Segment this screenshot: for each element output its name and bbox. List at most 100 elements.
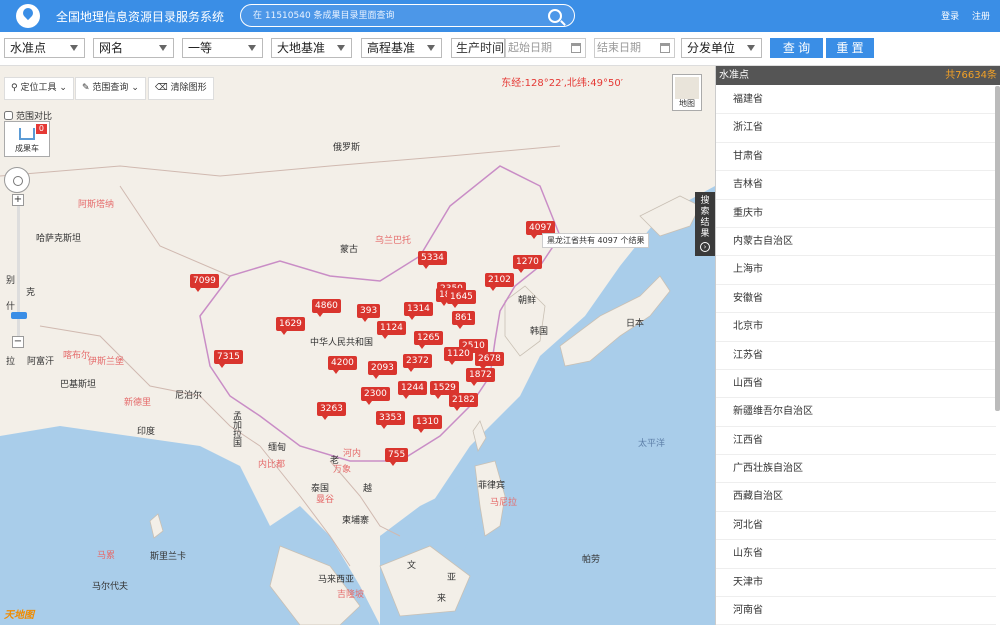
province-item[interactable]: 河南省	[716, 597, 996, 625]
map-label-palau: 帕劳	[582, 555, 601, 565]
sidebar-scrollbar[interactable]	[995, 86, 1000, 411]
result-marker[interactable]: 2372	[403, 354, 432, 372]
clear-shapes-label: 清除图形	[170, 83, 207, 93]
result-tab-char: 索	[700, 207, 710, 217]
result-marker[interactable]: 7099	[190, 274, 219, 292]
map-label-manila: 马尼拉	[490, 498, 518, 508]
province-item[interactable]: 广西壮族自治区	[716, 455, 996, 484]
map-label-kuala-lumpur: 吉隆坡	[337, 590, 365, 600]
province-item[interactable]: 内蒙古自治区	[716, 227, 996, 257]
map-label-mongolia: 蒙古	[340, 245, 359, 255]
result-marker[interactable]: 5334	[418, 251, 447, 269]
register-link[interactable]: 注册	[972, 12, 990, 22]
province-item[interactable]: 江苏省	[716, 341, 996, 370]
province-item[interactable]: 天津市	[716, 568, 996, 598]
result-marker[interactable]: 2300	[361, 387, 390, 405]
result-marker[interactable]: 2093	[368, 361, 397, 379]
province-item[interactable]: 安徽省	[716, 284, 996, 314]
calendar-icon[interactable]	[571, 43, 581, 53]
map-label-west-edge: 别	[6, 276, 16, 286]
province-item[interactable]: 浙江省	[716, 114, 996, 143]
result-marker[interactable]: 4860	[312, 299, 341, 317]
result-marker[interactable]: 1629	[276, 317, 305, 335]
map-thumbnail-icon	[675, 77, 699, 99]
end-date-input[interactable]: 结束日期	[594, 38, 675, 58]
login-link[interactable]: 登录	[941, 12, 959, 22]
search-icon[interactable]	[548, 9, 562, 23]
map-type-switch[interactable]: 地图	[672, 74, 702, 111]
search-input[interactable]	[253, 8, 543, 24]
results-sidebar: 水准点 共76634条 福建省 浙江省 甘肃省 吉林省 重庆市 内蒙古自治区 上…	[715, 66, 1000, 625]
globe-logo-icon	[16, 4, 40, 28]
result-cart-button[interactable]: 0 成果车	[4, 121, 50, 157]
chevron-down-icon: ⌄	[131, 83, 139, 93]
map-label-pacific: 太平洋	[638, 439, 666, 449]
cart-icon	[19, 128, 35, 140]
datum-select[interactable]: 大地基准	[271, 38, 352, 58]
border-line	[0, 145, 561, 177]
result-marker[interactable]: 2678	[475, 352, 504, 370]
province-item[interactable]: 河北省	[716, 511, 996, 541]
height-datum-select[interactable]: 高程基准	[361, 38, 442, 58]
net-select[interactable]: 网名	[93, 38, 174, 58]
unit-select[interactable]: 分发单位	[681, 38, 762, 58]
result-marker[interactable]: 1265	[414, 331, 443, 349]
type-select[interactable]: 水准点	[4, 38, 85, 58]
province-item[interactable]: 北京市	[716, 313, 996, 342]
zoom-in-button[interactable]: +	[12, 194, 24, 206]
results-header: 水准点 共76634条	[716, 66, 1000, 85]
clear-shapes-button[interactable]: ⌫ 清除图形	[148, 77, 214, 100]
province-item[interactable]: 江西省	[716, 426, 996, 456]
result-marker[interactable]: 1310	[413, 415, 442, 433]
result-marker[interactable]: 3263	[317, 402, 346, 420]
cart-count-badge: 0	[35, 124, 47, 134]
grade-select[interactable]: 一等	[182, 38, 263, 58]
province-item[interactable]: 西藏自治区	[716, 483, 996, 512]
result-marker[interactable]: 1872	[466, 368, 495, 386]
result-marker[interactable]: 2102	[485, 273, 514, 291]
result-marker[interactable]: 4200	[328, 356, 357, 374]
result-marker[interactable]: 393	[357, 304, 381, 322]
map-label-south-korea: 韩国	[530, 327, 549, 337]
province-item[interactable]: 重庆市	[716, 199, 996, 228]
map-label-vietnam: 越	[363, 484, 373, 494]
coordinate-readout: 东经:128°22′,北纬:49°50′	[501, 78, 623, 89]
range-compare-checkbox[interactable]	[4, 111, 13, 120]
result-tab-char: 果	[700, 229, 710, 239]
search-box[interactable]	[240, 4, 575, 27]
result-marker[interactable]: 1645	[447, 290, 476, 308]
result-marker[interactable]: 1270	[513, 255, 542, 273]
result-marker[interactable]: 861	[452, 311, 476, 329]
province-item[interactable]: 福建省	[716, 86, 996, 115]
province-item[interactable]: 新疆维吾尔自治区	[716, 398, 996, 427]
result-marker[interactable]: 1120	[444, 347, 473, 365]
zoom-slider-handle[interactable]	[11, 312, 27, 319]
locate-tool-button[interactable]: ⚲ 定位工具 ⌄	[4, 77, 74, 100]
map-label-kazakhstan: 哈萨克斯坦	[36, 234, 82, 244]
query-button[interactable]: 查 询	[770, 38, 823, 58]
province-item[interactable]: 吉林省	[716, 171, 996, 200]
pan-control[interactable]	[4, 167, 30, 193]
header-links: 登录 注册	[931, 9, 990, 22]
start-date-input[interactable]: 起始日期	[505, 38, 586, 58]
result-marker[interactable]: 2182	[449, 393, 478, 411]
zoom-out-button[interactable]: −	[12, 336, 24, 348]
province-item[interactable]: 上海市	[716, 256, 996, 285]
result-marker[interactable]: 7315	[214, 350, 243, 368]
range-query-button[interactable]: ✎ 范围查询 ⌄	[75, 77, 146, 100]
map-label-vientiane: 万象	[333, 465, 352, 475]
result-marker[interactable]: 1124	[377, 321, 406, 339]
result-marker[interactable]: 3353	[376, 411, 405, 429]
result-marker[interactable]: 755	[385, 448, 409, 466]
result-marker[interactable]: 1244	[398, 381, 427, 399]
province-item[interactable]: 山东省	[716, 540, 996, 569]
province-item[interactable]: 甘肃省	[716, 142, 996, 172]
end-date-placeholder: 结束日期	[597, 41, 641, 54]
calendar-icon[interactable]	[660, 43, 670, 53]
reset-button[interactable]: 重 置	[826, 38, 874, 58]
map-view[interactable]: ⚲ 定位工具 ⌄ ✎ 范围查询 ⌄ ⌫ 清除图形 东经:128°22′,北纬:4…	[0, 66, 715, 625]
province-item[interactable]: 山西省	[716, 369, 996, 399]
search-results-toggle[interactable]: 搜 索 结 果 ›	[695, 192, 715, 256]
map-label-ulaanbaatar: 乌兰巴托	[375, 236, 412, 246]
result-marker[interactable]: 1314	[404, 302, 433, 320]
